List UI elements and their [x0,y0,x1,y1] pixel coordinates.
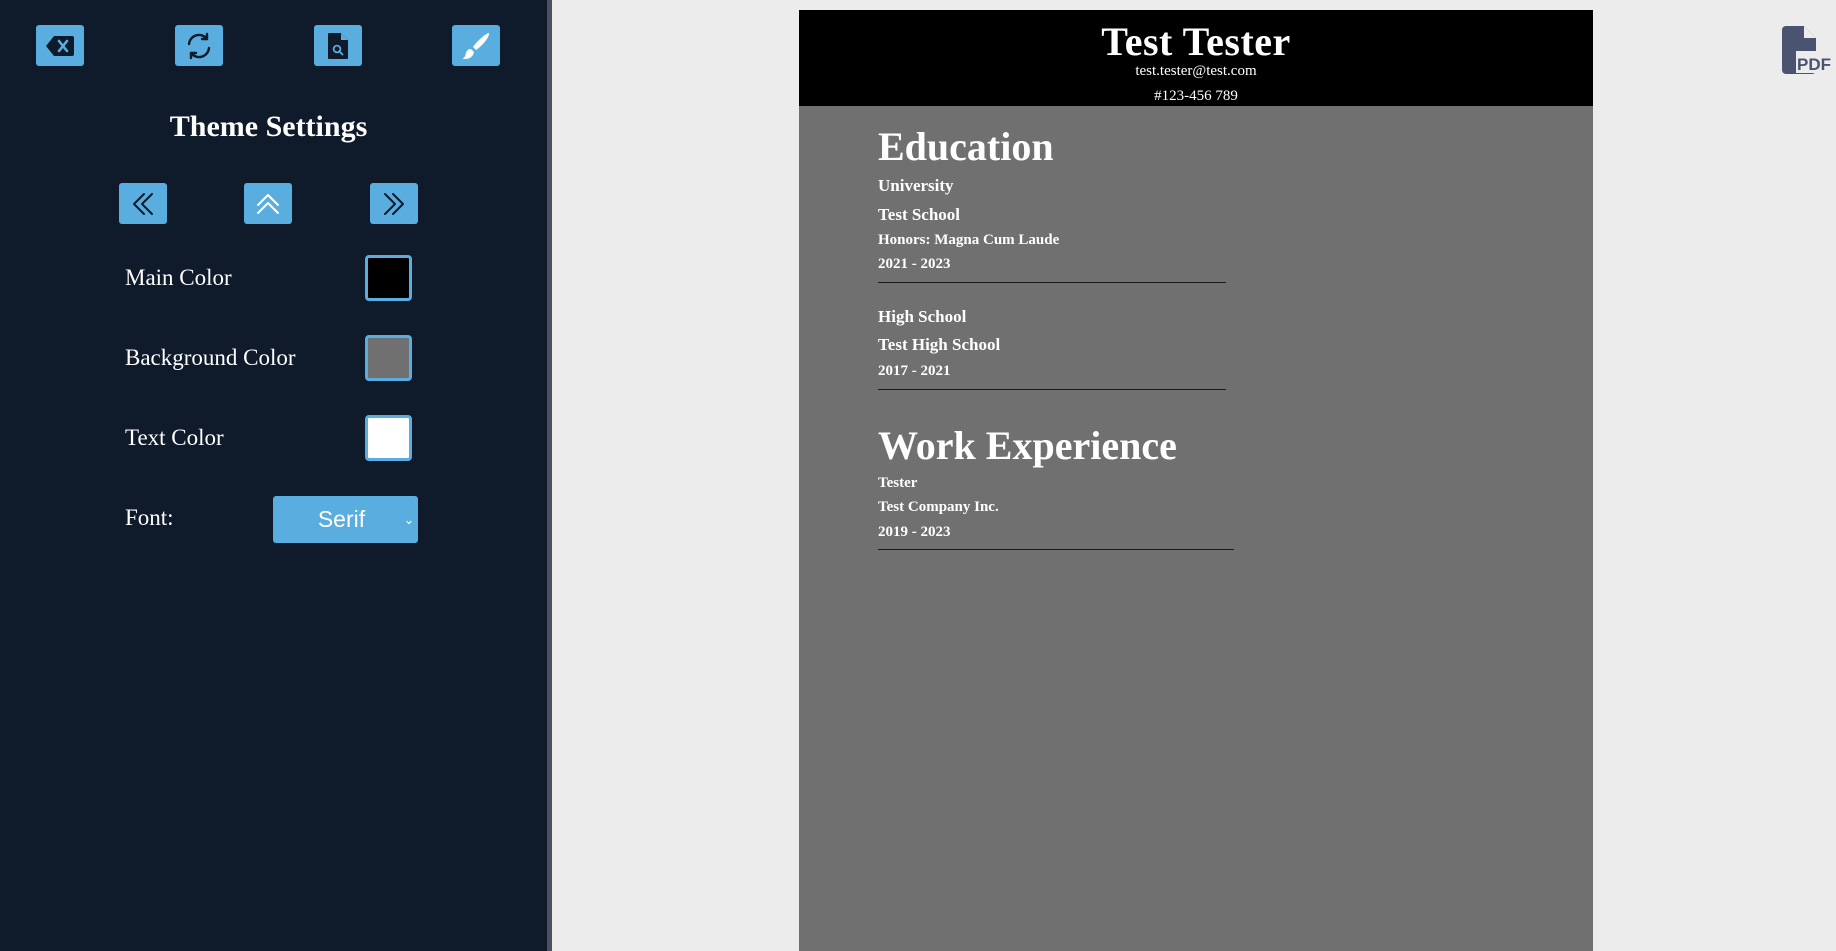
divider [878,549,1234,550]
background-color-picker[interactable] [365,335,412,381]
chevrons-left-icon [130,191,156,217]
resume-header: Test Tester test.tester@test.com #123-45… [799,10,1593,106]
resume-preview: Test Tester test.tester@test.com #123-45… [799,10,1593,951]
clear-button[interactable] [36,25,84,66]
move-top-button[interactable] [244,183,292,224]
education-years: 2017 - 2021 [878,363,951,379]
work-title: Tester [878,475,918,491]
background-color-label: Background Color [125,345,296,370]
work-experience-heading: Work Experience [878,423,1177,468]
reset-button[interactable] [175,25,223,66]
education-honors: Honors: Magna Cum Laude [878,232,1060,248]
chevrons-up-icon [255,191,281,217]
sidebar-resize-handle[interactable] [547,0,552,951]
move-right-button[interactable] [370,183,418,224]
education-school: Test High School [878,335,1001,354]
move-left-button[interactable] [119,183,167,224]
education-years: 2021 - 2023 [878,256,951,272]
text-color-picker[interactable] [365,415,412,461]
pdf-file-icon: PDF [1780,26,1832,80]
refresh-icon [184,31,214,61]
education-level: University [878,176,954,195]
main-color-label: Main Color [125,265,232,290]
work-company: Test Company Inc. [878,499,999,515]
chevrons-right-icon [381,191,407,217]
education-level: High School [878,307,967,326]
paintbrush-icon [460,30,492,62]
theme-sidebar: Theme Settings Main Color Background Col… [0,0,547,951]
education-heading: Education [878,124,1054,169]
backspace-icon [45,35,75,57]
divider [878,282,1226,283]
text-color-label: Text Color [125,425,224,450]
pdf-download-button[interactable]: PDF [1780,24,1832,76]
preview-button[interactable] [314,25,362,66]
font-select-value: Serif [317,506,366,532]
resume-name: Test Tester [1101,19,1291,64]
resume-email: test.tester@test.com [1135,63,1257,79]
chevron-down-icon: ⌄ [403,511,415,527]
panel-title: Theme Settings [169,110,368,143]
resume-phone: #123-456 789 [1154,88,1238,104]
font-label: Font: [125,505,174,530]
theme-button[interactable] [452,25,500,66]
file-search-icon [327,32,349,60]
pdf-icon-text: PDF [1797,55,1831,74]
work-years: 2019 - 2023 [878,524,951,540]
education-school: Test School [878,205,961,224]
main-color-picker[interactable] [365,255,412,301]
font-select[interactable]: Serif ⌄ [273,496,418,543]
divider [878,389,1226,390]
